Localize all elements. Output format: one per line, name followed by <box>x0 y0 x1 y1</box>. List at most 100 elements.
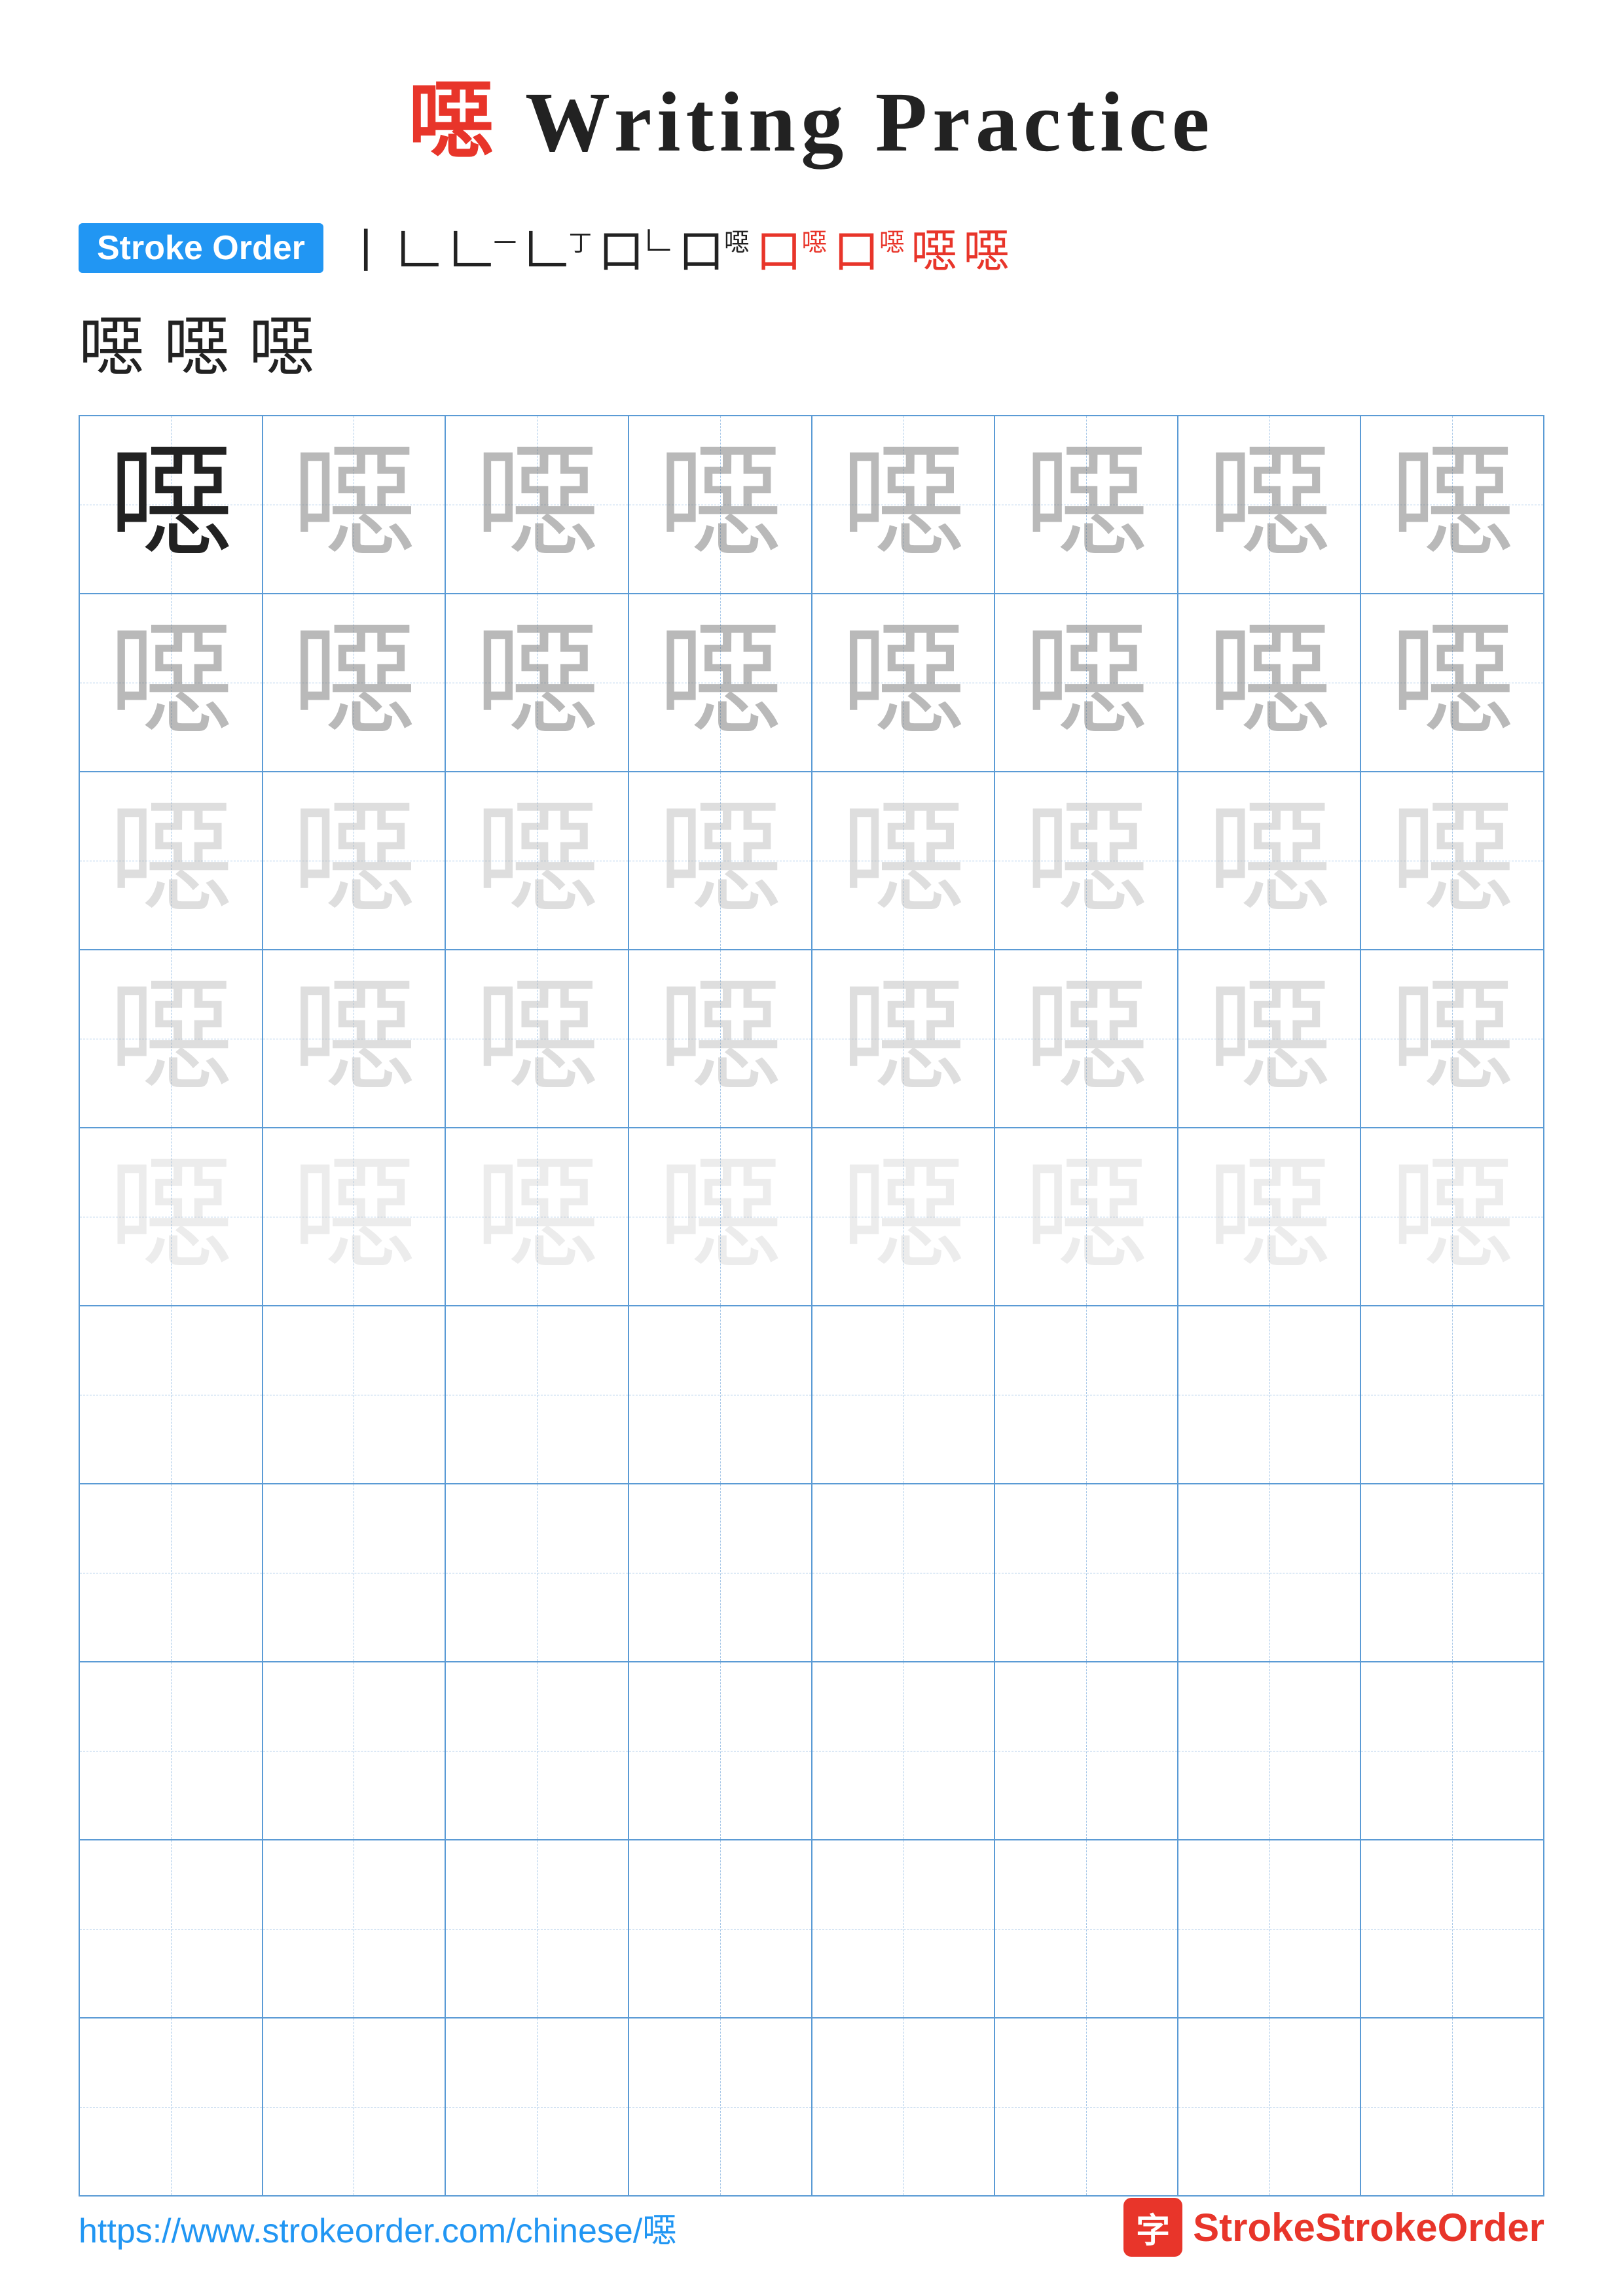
grid-cell-6-7[interactable] <box>1178 1306 1362 1483</box>
cell-char: 噁 <box>658 798 782 923</box>
grid-cell-1-7[interactable]: 噁 <box>1178 416 1362 593</box>
grid-cell-4-1[interactable]: 噁 <box>80 950 263 1127</box>
cell-char: 噁 <box>1024 798 1148 923</box>
grid-cell-5-2[interactable]: 噁 <box>263 1128 447 1305</box>
grid-cell-7-5[interactable] <box>812 1484 996 1661</box>
grid-cell-6-3[interactable] <box>446 1306 629 1483</box>
title-char: 噁 <box>409 75 499 170</box>
grid-cell-6-8[interactable] <box>1361 1306 1543 1483</box>
grid-cell-2-2[interactable]: 噁 <box>263 594 447 771</box>
grid-cell-3-3[interactable]: 噁 <box>446 772 629 949</box>
grid-cell-5-8[interactable]: 噁 <box>1361 1128 1543 1305</box>
grid-cell-10-7[interactable] <box>1178 2018 1362 2195</box>
grid-cell-7-3[interactable] <box>446 1484 629 1661</box>
grid-cell-9-5[interactable] <box>812 1840 996 2017</box>
grid-cell-8-7[interactable] <box>1178 1662 1362 1839</box>
grid-cell-6-5[interactable] <box>812 1306 996 1483</box>
grid-cell-7-2[interactable] <box>263 1484 447 1661</box>
grid-cell-3-5[interactable]: 噁 <box>812 772 996 949</box>
grid-cell-8-2[interactable] <box>263 1662 447 1839</box>
grid-cell-2-4[interactable]: 噁 <box>629 594 812 771</box>
grid-cell-2-5[interactable]: 噁 <box>812 594 996 771</box>
cell-char: 噁 <box>291 798 416 923</box>
grid-cell-4-2[interactable]: 噁 <box>263 950 447 1127</box>
grid-cell-1-4[interactable]: 噁 <box>629 416 812 593</box>
grid-cell-3-6[interactable]: 噁 <box>995 772 1178 949</box>
grid-cell-4-7[interactable]: 噁 <box>1178 950 1362 1127</box>
grid-cell-9-3[interactable] <box>446 1840 629 2017</box>
page-title: 噁 Writing Practice <box>409 52 1215 175</box>
page: 噁 Writing Practice Stroke Order 丨 𠃊 𠃊一 𠃊… <box>0 0 1623 2296</box>
grid-cell-8-4[interactable] <box>629 1662 812 1839</box>
cell-char: 噁 <box>841 1155 965 1279</box>
grid-cell-7-6[interactable] <box>995 1484 1178 1661</box>
grid-cell-4-6[interactable]: 噁 <box>995 950 1178 1127</box>
grid-cell-6-6[interactable] <box>995 1306 1178 1483</box>
grid-cell-9-4[interactable] <box>629 1840 812 2017</box>
grid-cell-7-4[interactable] <box>629 1484 812 1661</box>
stroke-example-2: 噁 <box>164 294 229 389</box>
grid-cell-10-1[interactable] <box>80 2018 263 2195</box>
grid-cell-8-8[interactable] <box>1361 1662 1543 1839</box>
grid-cell-4-5[interactable]: 噁 <box>812 950 996 1127</box>
grid-cell-9-6[interactable] <box>995 1840 1178 2017</box>
grid-cell-9-8[interactable] <box>1361 1840 1543 2017</box>
grid-cell-10-4[interactable] <box>629 2018 812 2195</box>
grid-cell-3-1[interactable]: 噁 <box>80 772 263 949</box>
grid-cell-5-7[interactable]: 噁 <box>1178 1128 1362 1305</box>
grid-cell-3-2[interactable]: 噁 <box>263 772 447 949</box>
grid-cell-1-1[interactable]: 噁 <box>80 416 263 593</box>
grid-cell-4-3[interactable]: 噁 <box>446 950 629 1127</box>
grid-cell-3-4[interactable]: 噁 <box>629 772 812 949</box>
grid-cell-5-1[interactable]: 噁 <box>80 1128 263 1305</box>
grid-cell-10-3[interactable] <box>446 2018 629 2195</box>
grid-cell-4-8[interactable]: 噁 <box>1361 950 1543 1127</box>
grid-cell-8-3[interactable] <box>446 1662 629 1839</box>
grid-cell-2-6[interactable]: 噁 <box>995 594 1178 771</box>
grid-cell-9-1[interactable] <box>80 1840 263 2017</box>
grid-cell-5-5[interactable]: 噁 <box>812 1128 996 1305</box>
cell-char: 噁 <box>1207 442 1332 567</box>
grid-cell-2-7[interactable]: 噁 <box>1178 594 1362 771</box>
grid-cell-2-3[interactable]: 噁 <box>446 594 629 771</box>
grid-cell-1-8[interactable]: 噁 <box>1361 416 1543 593</box>
footer-url[interactable]: https://www.strokeorder.com/chinese/噁 <box>79 2203 676 2252</box>
grid-cell-1-3[interactable]: 噁 <box>446 416 629 593</box>
grid-cell-8-6[interactable] <box>995 1662 1178 1839</box>
grid-cell-5-3[interactable]: 噁 <box>446 1128 629 1305</box>
grid-cell-5-6[interactable]: 噁 <box>995 1128 1178 1305</box>
cell-char: 噁 <box>1024 620 1148 745</box>
grid-cell-4-4[interactable]: 噁 <box>629 950 812 1127</box>
grid-cell-8-5[interactable] <box>812 1662 996 1839</box>
grid-cell-3-7[interactable]: 噁 <box>1178 772 1362 949</box>
grid-cell-9-7[interactable] <box>1178 1840 1362 2017</box>
grid-row-10 <box>80 2018 1543 2197</box>
cell-char: 噁 <box>1207 977 1332 1101</box>
grid-cell-5-4[interactable]: 噁 <box>629 1128 812 1305</box>
grid-cell-6-1[interactable] <box>80 1306 263 1483</box>
cell-char: 噁 <box>291 620 416 745</box>
grid-cell-7-8[interactable] <box>1361 1484 1543 1661</box>
grid-cell-1-2[interactable]: 噁 <box>263 416 447 593</box>
grid-cell-10-2[interactable] <box>263 2018 447 2195</box>
cell-char: 噁 <box>291 1155 416 1279</box>
cell-char: 噁 <box>841 977 965 1101</box>
cell-char: 噁 <box>841 442 965 567</box>
grid-cell-10-8[interactable] <box>1361 2018 1543 2195</box>
grid-cell-2-1[interactable]: 噁 <box>80 594 263 771</box>
grid-cell-10-6[interactable] <box>995 2018 1178 2195</box>
cell-char: 噁 <box>1207 1155 1332 1279</box>
cell-char: 噁 <box>841 620 965 745</box>
grid-cell-6-2[interactable] <box>263 1306 447 1483</box>
grid-cell-2-8[interactable]: 噁 <box>1361 594 1543 771</box>
grid-cell-3-8[interactable]: 噁 <box>1361 772 1543 949</box>
grid-cell-1-5[interactable]: 噁 <box>812 416 996 593</box>
grid-cell-7-7[interactable] <box>1178 1484 1362 1661</box>
grid-cell-9-2[interactable] <box>263 1840 447 2017</box>
grid-cell-7-1[interactable] <box>80 1484 263 1661</box>
cell-char: 噁 <box>109 1155 233 1279</box>
grid-cell-8-1[interactable] <box>80 1662 263 1839</box>
grid-cell-10-5[interactable] <box>812 2018 996 2195</box>
grid-cell-6-4[interactable] <box>629 1306 812 1483</box>
grid-cell-1-6[interactable]: 噁 <box>995 416 1178 593</box>
